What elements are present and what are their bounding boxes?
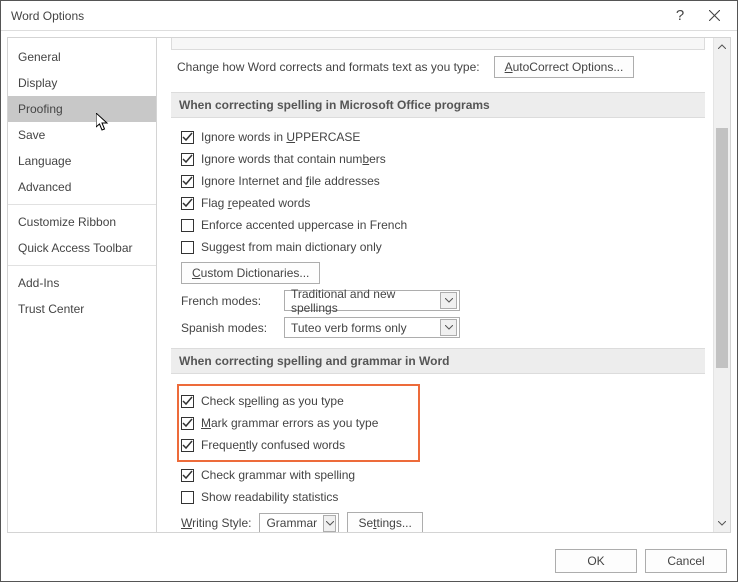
spanish-modes-select[interactable]: Tuteo verb forms only [284,317,460,338]
sidebar-item-save[interactable]: Save [8,122,156,148]
checkbox-icon [181,469,194,482]
truncated-header [171,38,705,50]
section-heading-office: When correcting spelling in Microsoft Of… [171,92,705,118]
scrollbar-thumb[interactable] [716,128,728,368]
cancel-button[interactable]: Cancel [645,549,727,573]
custom-dictionaries-button[interactable]: Custom Dictionaries... [181,262,320,284]
highlighted-options: Check spelling as you type Mark grammar … [177,384,420,462]
opt-frequently-confused[interactable]: Frequently confused words [181,436,378,454]
window-title: Word Options [11,9,663,23]
autocorrect-label: utoCorrect Options... [513,60,624,74]
spanish-modes-label: Spanish modes: [181,321,276,335]
sidebar-separator [8,265,156,266]
ok-button[interactable]: OK [555,549,637,573]
checkbox-icon [181,197,194,210]
opt-flag-repeated[interactable]: Flag repeated words [181,194,705,212]
settings-button[interactable]: Settings... [347,512,422,532]
checkbox-icon [181,417,194,430]
checkbox-icon [181,439,194,452]
checkbox-icon [181,219,194,232]
intro-text: Change how Word corrects and formats tex… [177,60,480,74]
close-button[interactable] [697,2,731,30]
section-heading-word: When correcting spelling and grammar in … [171,348,705,374]
office-options: Ignore words in UPPERCASE Ignore words t… [181,128,705,338]
scroll-down-icon[interactable] [714,515,730,532]
chevron-down-icon [323,515,336,532]
sidebar-separator [8,204,156,205]
writing-style-value: Grammar [266,516,317,530]
titlebar: Word Options ? [1,1,737,31]
checkbox-icon [181,395,194,408]
sidebar-item-language[interactable]: Language [8,148,156,174]
opt-ignore-numbers[interactable]: Ignore words that contain numbers [181,150,705,168]
autocorrect-options-button[interactable]: AutoCorrect Options... [494,56,635,78]
writing-style-label: Writing Style: [181,516,251,530]
opt-check-spelling[interactable]: Check spelling as you type [181,392,378,410]
sidebar-item-trust-center[interactable]: Trust Center [8,296,156,322]
vertical-scrollbar[interactable] [713,38,730,532]
checkbox-icon [181,153,194,166]
sidebar-item-proofing[interactable]: Proofing [8,96,156,122]
french-modes-select[interactable]: Traditional and new spellings [284,290,460,311]
opt-ignore-uppercase[interactable]: Ignore words in UPPERCASE [181,128,705,146]
opt-readability-stats[interactable]: Show readability statistics [181,488,705,506]
opt-french-accents[interactable]: Enforce accented uppercase in French [181,216,705,234]
opt-mark-grammar[interactable]: Mark grammar errors as you type [181,414,378,432]
checkbox-icon [181,175,194,188]
sidebar-item-general[interactable]: General [8,44,156,70]
sidebar-item-advanced[interactable]: Advanced [8,174,156,200]
dialog-footer: OK Cancel [1,539,737,581]
help-button[interactable]: ? [663,2,697,30]
sidebar: General Display Proofing Save Language A… [7,37,157,533]
sidebar-item-addins[interactable]: Add-Ins [8,270,156,296]
opt-main-dictionary[interactable]: Suggest from main dictionary only [181,238,705,256]
french-modes-label: French modes: [181,294,276,308]
sidebar-item-qat[interactable]: Quick Access Toolbar [8,235,156,261]
sidebar-item-display[interactable]: Display [8,70,156,96]
chevron-down-icon [440,292,457,309]
sidebar-item-customize-ribbon[interactable]: Customize Ribbon [8,209,156,235]
scroll-up-icon[interactable] [714,38,730,55]
spanish-modes-value: Tuteo verb forms only [291,321,434,335]
writing-style-select[interactable]: Grammar [259,513,339,533]
checkbox-icon [181,131,194,144]
french-modes-value: Traditional and new spellings [291,287,434,315]
checkbox-icon [181,491,194,504]
opt-ignore-internet[interactable]: Ignore Internet and file addresses [181,172,705,190]
content-pane: Change how Word corrects and formats tex… [157,37,731,533]
checkbox-icon [181,241,194,254]
opt-grammar-with-spelling[interactable]: Check grammar with spelling [181,466,705,484]
chevron-down-icon [440,319,457,336]
